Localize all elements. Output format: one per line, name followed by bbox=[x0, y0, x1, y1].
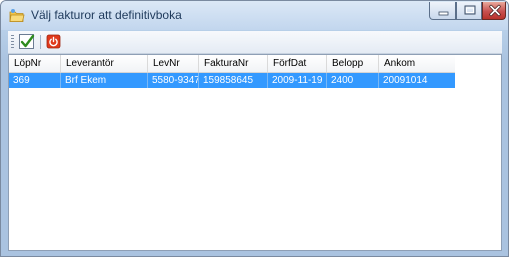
maximize-icon bbox=[464, 5, 476, 15]
power-stop-icon bbox=[46, 34, 61, 49]
title-bar[interactable]: Välj fakturor att definitivboka bbox=[1, 1, 508, 30]
minimize-button[interactable] bbox=[429, 2, 456, 20]
column-header-levnr[interactable]: LevNr bbox=[148, 55, 199, 72]
list-header: LöpNr Leverantör LevNr FakturaNr FörfDat… bbox=[9, 55, 455, 73]
column-header-lopnr[interactable]: LöpNr bbox=[9, 55, 61, 72]
cell-belopp: 2400 bbox=[327, 73, 379, 88]
cell-levnr: 5580-9347 bbox=[148, 73, 199, 88]
maximize-button[interactable] bbox=[456, 2, 482, 20]
window-frame-left bbox=[1, 31, 8, 256]
cell-leverantor: Brf Ekem bbox=[61, 73, 148, 88]
invoice-list[interactable]: LöpNr Leverantör LevNr FakturaNr FörfDat… bbox=[8, 54, 502, 251]
window-title: Välj fakturor att definitivboka bbox=[31, 8, 182, 22]
column-header-leverantor[interactable]: Leverantör bbox=[61, 55, 148, 72]
cell-ankom: 20091014 bbox=[383, 75, 428, 86]
stop-button[interactable] bbox=[45, 33, 63, 51]
minimize-icon bbox=[438, 11, 449, 16]
cell-lopnr: 369 bbox=[9, 73, 61, 88]
column-header-fakturanr[interactable]: FakturaNr bbox=[199, 55, 268, 72]
app-window: Välj fakturor att definitivboka LöpNr Le… bbox=[0, 0, 509, 257]
toolbar-grip[interactable] bbox=[11, 35, 14, 49]
column-header-belopp[interactable]: Belopp bbox=[327, 55, 379, 72]
folder-icon bbox=[9, 8, 25, 24]
close-icon bbox=[489, 4, 501, 17]
toolbar-separator bbox=[40, 35, 41, 49]
confirm-button[interactable] bbox=[18, 33, 36, 51]
cell-fakturanr: 159858645 bbox=[199, 73, 268, 88]
window-frame-right bbox=[502, 31, 508, 256]
cell-forfdat: 2009-11-19 bbox=[268, 73, 327, 88]
close-button[interactable] bbox=[482, 2, 506, 20]
toolbar bbox=[8, 31, 502, 54]
column-header-ankom[interactable]: Ankom bbox=[379, 55, 455, 72]
table-row[interactable]: 369 Brf Ekem 5580-9347 159858645 2009-11… bbox=[9, 73, 455, 88]
checkmark-icon bbox=[19, 34, 35, 49]
column-header-forfdat[interactable]: FörfDat bbox=[268, 55, 327, 72]
